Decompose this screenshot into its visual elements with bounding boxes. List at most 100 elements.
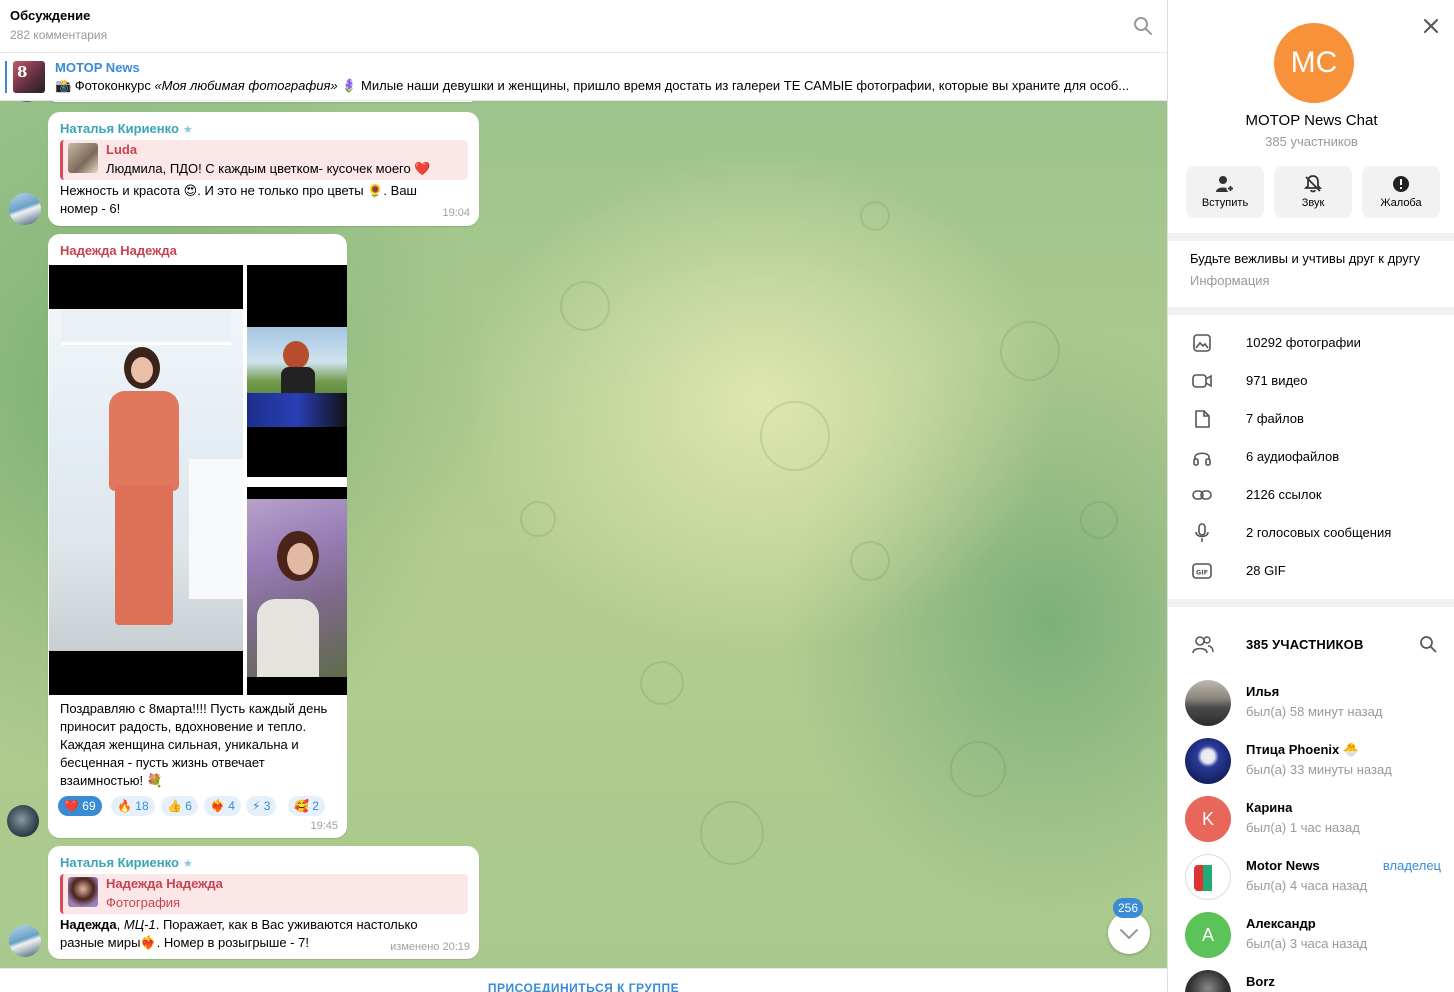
message-bubble[interactable]: Наталья Кириенко ★ Надежда Надежда Фотогр… [48,846,479,959]
member-status: был(а) 3 часа назад [1246,936,1368,951]
scroll-down-button[interactable] [1108,912,1150,954]
background-doodle [850,541,890,581]
gif-icon: GIF [1192,563,1212,579]
reaction-smile-hearts[interactable]: 🥰 2 [288,796,325,816]
album-photo-bottom[interactable] [247,487,347,695]
members-card: 385 УЧАСТНИКОВ Илья был(а) 58 минут наза… [1168,607,1454,992]
member-status: был(а) 1 час назад [1246,820,1360,835]
avatar[interactable] [9,925,41,957]
media-links[interactable]: 2126 ссылок [1168,476,1454,514]
chat-header: Обсуждение 282 комментария [0,0,1167,53]
media-label: 971 видео [1246,373,1308,388]
media-card: 10292 фотографии 971 видео 7 файлов 6 ау… [1168,315,1454,599]
member-avatar: A [1185,912,1231,958]
avatar[interactable] [9,193,41,225]
reply-quote[interactable]: Luda Людмила, ПДО! С каждым цветком- кус… [60,140,468,180]
background-doodle [1000,321,1060,381]
media-audio[interactable]: 6 аудиофайлов [1168,438,1454,476]
action-label: Жалоба [1380,197,1422,209]
member-item[interactable]: Птица Phoenix 🐣 был(а) 33 минуты назад [1168,735,1454,793]
sender-name-text: Наталья Кириенко [60,121,179,136]
search-icon[interactable] [1131,14,1155,38]
member-name: Илья [1246,684,1280,699]
sender-name[interactable]: Наталья Кириенко ★ [60,121,193,136]
member-item[interactable]: Motor News был(а) 4 часа назад владелец [1168,851,1454,909]
member-name: Птица Phoenix 🐣 [1246,742,1360,757]
media-voice[interactable]: 2 голосовых сообщения [1168,514,1454,552]
sound-button[interactable]: Звук [1274,166,1352,218]
join-bar: ПРИСОЕДИНИТЬСЯ К ГРУППЕ [0,968,1167,992]
sender-name[interactable]: Надежда Надежда [60,243,177,258]
pinned-text: 📸 Фотоконкурс «Моя любимая фотография» 🪻… [55,78,1155,94]
reaction-emoji: ❤️ [64,799,79,813]
media-label: 6 аудиофайлов [1246,449,1340,464]
reaction-emoji: ❤️‍🔥 [210,799,225,813]
media-files[interactable]: 7 файлов [1168,400,1454,438]
album-photo-top[interactable] [247,265,347,477]
background-doodle [860,201,890,231]
media-gif[interactable]: GIF 28 GIF [1168,552,1454,590]
sender-name[interactable]: Наталья Кириенко ★ [60,855,193,870]
media-label: 7 файлов [1246,411,1304,426]
group-name: MOTOP News Chat [1245,112,1378,129]
action-label: Вступить [1201,197,1249,209]
member-item[interactable]: Borz [1168,967,1454,992]
pinned-message[interactable]: 8 MOTOP News 📸 Фотоконкурс «Моя любимая … [0,53,1167,101]
reaction-fire[interactable]: 🔥 18 [111,796,155,816]
album-photo-large[interactable] [49,265,243,695]
member-status: был(а) 33 минуты назад [1246,762,1392,777]
media-label: 2 голосовых сообщения [1246,525,1392,540]
reaction-thumbs-up[interactable]: 👍 6 [161,796,198,816]
reaction-count: 18 [135,799,149,813]
chat-title: Обсуждение [10,8,91,23]
file-icon [1195,410,1210,428]
member-status: был(а) 4 часа назад [1246,878,1368,893]
photo-detail [257,599,319,677]
members-title: 385 УЧАСТНИКОВ [1246,637,1364,652]
member-avatar: K [1185,796,1231,842]
mute-icon [1303,175,1323,193]
reaction-heart-fire[interactable]: ❤️‍🔥 4 [204,796,241,816]
sender-name-text: Надежда Надежда [60,243,177,258]
search-icon[interactable] [1418,634,1438,654]
headphones-icon [1193,452,1211,466]
member-name: Карина [1246,800,1293,815]
message-bubble[interactable]: Надежда Надежда Поздравляю с 8марта!!!! … [48,234,347,838]
join-group-button[interactable]: ПРИСОЕДИНИТЬСЯ К ГРУППЕ [0,981,1167,992]
reply-thumbnail [68,877,98,907]
member-name: Borz [1246,974,1275,989]
link-icon [1192,490,1212,500]
report-button[interactable]: Жалоба [1362,166,1440,218]
member-status: был(а) 58 минут назад [1246,704,1383,719]
info-panel: MC MOTOP News Chat 385 участников Вступи… [1167,0,1454,992]
message-text: Нежность и красота 😍. И это не только пр… [60,183,417,216]
pinned-thumb-text: 8 [17,63,28,81]
message-bubble[interactable]: Наталья Кириенко ★ Luda Людмила, ПДО! С к… [48,112,479,226]
message-text-italic: МЦ-1 [123,917,156,932]
reaction-heart[interactable]: ❤️ 69 [58,796,102,816]
avatar[interactable] [7,805,39,837]
video-icon [1192,374,1212,388]
pinned-thumbnail: 8 [13,61,45,93]
background-doodle [520,501,556,537]
member-item[interactable]: Илья был(а) 58 минут назад [1168,677,1454,735]
media-photos[interactable]: 10292 фотографии [1168,324,1454,362]
close-icon[interactable] [1419,14,1443,38]
media-label: 2126 ссылок [1246,487,1322,502]
reaction-lightning[interactable]: ⚡ 3 [246,796,277,816]
group-avatar[interactable]: MC [1274,23,1354,103]
member-item[interactable]: K Карина был(а) 1 час назад [1168,793,1454,851]
chat-subtitle: 282 комментария [10,28,108,42]
media-videos[interactable]: 971 видео [1168,362,1454,400]
photo-detail [61,309,231,345]
reaction-emoji: 👍 [167,799,182,813]
report-icon [1393,176,1409,192]
photo-detail [247,393,347,427]
reaction-count: 6 [185,799,192,813]
avatar-detail [1194,865,1224,891]
svg-text:GIF: GIF [1196,569,1208,577]
member-item[interactable]: A Александр был(а) 3 часа назад [1168,909,1454,967]
message-time: 19:04 [442,207,470,219]
reply-quote[interactable]: Надежда Надежда Фотография [60,874,468,914]
join-button[interactable]: Вступить [1186,166,1264,218]
